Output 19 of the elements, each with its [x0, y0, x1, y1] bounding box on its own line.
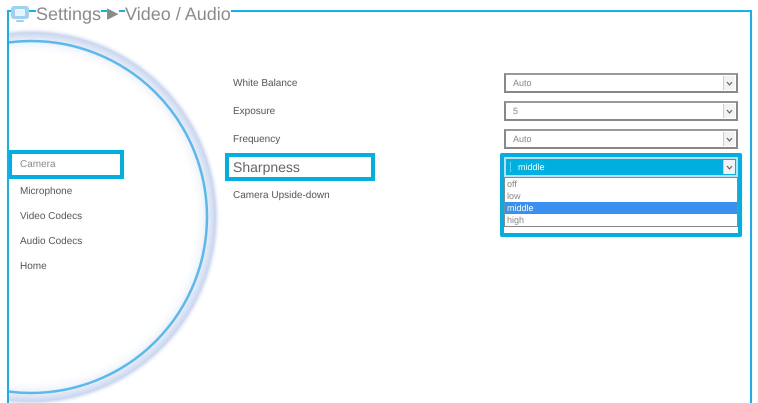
dropdown-option[interactable]: low [505, 190, 737, 202]
dropdown-field[interactable]: middle [504, 157, 738, 177]
dropdown-field[interactable]: Auto [504, 73, 738, 93]
sidebar-item[interactable]: Home [9, 254, 124, 279]
sidebar-item[interactable]: Video Codecs [9, 204, 124, 229]
sidebar-item[interactable]: Microphone [9, 179, 124, 204]
sidebar-item[interactable]: Audio Codecs [9, 229, 124, 254]
setting-label: White Balance [232, 76, 298, 90]
setting-label: Camera Upside-down [232, 188, 331, 202]
dropdown-option[interactable]: off [505, 178, 737, 190]
setting-label: Sharpness [225, 153, 375, 181]
dropdown-field[interactable]: Auto [504, 129, 738, 149]
dropdown-option[interactable]: middle [505, 202, 737, 214]
dropdown-field[interactable]: 5 [504, 101, 738, 121]
dropdown-option[interactable]: high [505, 214, 737, 226]
sidebar-item[interactable]: Camera [9, 150, 124, 179]
setting-label: Exposure [232, 104, 276, 118]
breadcrumb-section[interactable]: Settings [36, 4, 102, 24]
setting-label: Frequency [232, 132, 282, 146]
